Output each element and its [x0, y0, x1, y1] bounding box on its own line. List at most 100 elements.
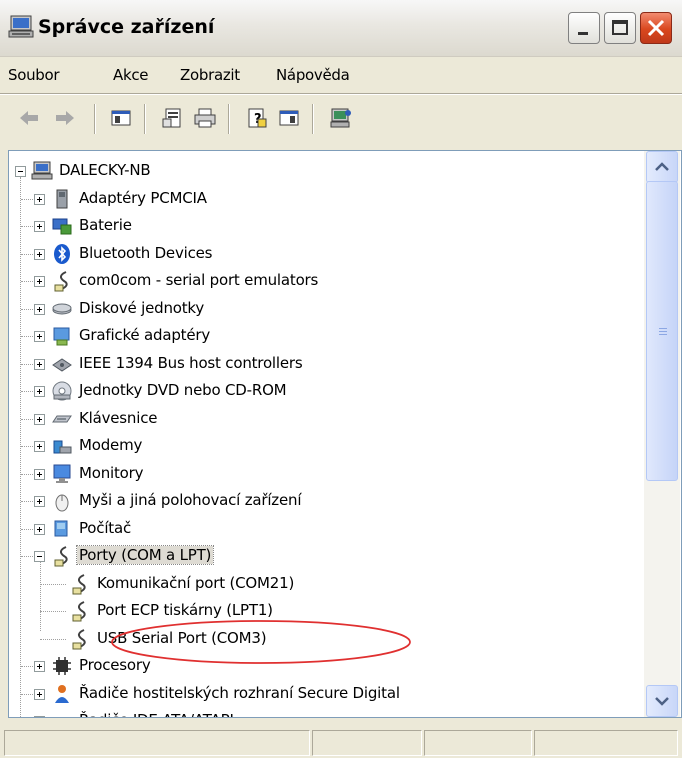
status-cell-2	[312, 730, 422, 756]
tree-item[interactable]: com0com - serial port emulators	[9, 267, 649, 295]
print-icon[interactable]	[192, 106, 218, 130]
monitor-icon	[51, 463, 73, 485]
expand-icon[interactable]	[34, 661, 45, 672]
expand-icon[interactable]	[34, 359, 45, 370]
expand-icon[interactable]	[34, 689, 45, 700]
scroll-down-button[interactable]	[646, 685, 678, 717]
tree-child-item[interactable]: Komunikační port (COM21)	[9, 570, 649, 598]
expand-icon[interactable]	[34, 414, 45, 425]
collapse-icon[interactable]	[15, 166, 26, 177]
tree-item-label: Bluetooth Devices	[79, 244, 213, 262]
tree-item[interactable]: Řadiče IDE ATA/ATAPI	[9, 707, 649, 717]
tree-item-label: Adaptéry PCMCIA	[79, 189, 207, 207]
expand-icon[interactable]	[34, 716, 45, 717]
serial-port-icon	[51, 270, 73, 292]
toolbar-divider	[312, 104, 314, 134]
device-manager-icon	[8, 15, 34, 38]
scan-hardware-icon[interactable]	[328, 106, 354, 130]
tree-connector	[21, 309, 33, 310]
properties-icon[interactable]	[160, 106, 186, 130]
tree-item[interactable]: Bluetooth Devices	[9, 240, 649, 268]
disk-drive-icon	[51, 298, 73, 320]
tree-item[interactable]: Baterie	[9, 212, 649, 240]
status-bar	[0, 726, 682, 758]
tree-connector	[21, 336, 33, 337]
status-cell-1	[4, 730, 310, 756]
tree-item[interactable]: Klávesnice	[9, 405, 649, 433]
expand-icon[interactable]	[34, 524, 45, 535]
collapse-icon[interactable]	[34, 551, 45, 562]
processor-icon	[51, 655, 73, 677]
port-icon	[69, 600, 91, 622]
scroll-thumb[interactable]	[646, 181, 678, 481]
tree-item-label: Jednotky DVD nebo CD-ROM	[79, 381, 287, 399]
toolbar-divider	[94, 104, 96, 134]
tree-connector	[21, 364, 33, 365]
expand-icon[interactable]	[34, 469, 45, 480]
tree-item[interactable]: Počítač	[9, 515, 649, 543]
menu-akce[interactable]: Akce	[113, 66, 149, 84]
expand-icon[interactable]	[34, 441, 45, 452]
expand-icon[interactable]	[34, 386, 45, 397]
chevron-up-icon	[655, 162, 669, 171]
computer-icon	[31, 160, 53, 182]
expand-icon[interactable]	[34, 496, 45, 507]
expand-icon[interactable]	[34, 249, 45, 260]
status-cell-3	[424, 730, 532, 756]
port-icon	[51, 545, 73, 567]
tree-connector	[21, 199, 33, 200]
tree-item[interactable]: Řadiče hostitelských rozhraní Secure Dig…	[9, 680, 649, 708]
minimize-icon	[578, 32, 588, 35]
tree-connector	[21, 529, 33, 530]
tree-item[interactable]: Myši a jiná polohovací zařízení	[9, 487, 649, 515]
cdrom-icon	[51, 380, 73, 402]
expand-icon[interactable]	[34, 221, 45, 232]
tree-connector	[21, 501, 33, 502]
display-adapter-icon	[51, 325, 73, 347]
menu-divider	[0, 93, 682, 95]
close-button[interactable]	[640, 12, 672, 44]
tree-item[interactable]: Monitory	[9, 460, 649, 488]
menu-bar: Soubor Akce Zobrazit Nápověda	[0, 58, 682, 92]
tree-item[interactable]: Jednotky DVD nebo CD-ROM	[9, 377, 649, 405]
back-arrow-icon[interactable]	[16, 106, 42, 130]
tree-connector	[40, 584, 66, 585]
tree-connector	[21, 254, 33, 255]
vertical-scrollbar[interactable]	[644, 151, 680, 717]
forward-arrow-icon[interactable]	[52, 106, 78, 130]
minimize-button[interactable]	[568, 12, 600, 44]
tree-item[interactable]: Diskové jednotky	[9, 295, 649, 323]
tree-item-label: Diskové jednotky	[79, 299, 205, 317]
mouse-icon	[51, 490, 73, 512]
expand-icon[interactable]	[34, 304, 45, 315]
tree-item-label: Baterie	[79, 216, 132, 234]
grip-icon	[659, 328, 667, 335]
tree-item-label: Řadiče hostitelských rozhraní Secure Dig…	[79, 684, 400, 702]
menu-zobrazit[interactable]: Zobrazit	[180, 66, 240, 84]
tree-item[interactable]: Grafické adaptéry	[9, 322, 649, 350]
expand-icon[interactable]	[34, 331, 45, 342]
tree-item[interactable]: Porty (COM a LPT)	[9, 542, 649, 570]
toolbar: ?	[0, 96, 682, 142]
menu-soubor[interactable]: Soubor	[8, 66, 60, 84]
device-manager-window: Správce zařízení Soubor Akce Zobrazit Ná…	[0, 0, 682, 758]
show-hide-console-tree-icon[interactable]	[108, 106, 134, 130]
tree-connector	[21, 281, 33, 282]
window-title: Správce zařízení	[38, 16, 215, 38]
tree-item[interactable]: Modemy	[9, 432, 649, 460]
expand-icon[interactable]	[34, 276, 45, 287]
title-bar[interactable]: Správce zařízení	[0, 0, 682, 57]
bluetooth-icon	[51, 243, 73, 265]
help-icon[interactable]: ?	[244, 106, 270, 130]
status-cell-4	[534, 730, 678, 756]
tree-connector	[21, 419, 33, 420]
maximize-button[interactable]	[604, 12, 636, 44]
tree-root[interactable]: DALECKY-NB	[9, 157, 649, 185]
tree-item[interactable]: Adaptéry PCMCIA	[9, 185, 649, 213]
tree-item[interactable]: IEEE 1394 Bus host controllers	[9, 350, 649, 378]
scroll-up-button[interactable]	[646, 151, 678, 183]
pcmcia-card-icon	[51, 188, 73, 210]
expand-icon[interactable]	[34, 194, 45, 205]
show-action-pane-icon[interactable]	[276, 106, 302, 130]
menu-napoveda[interactable]: Nápověda	[276, 66, 350, 84]
